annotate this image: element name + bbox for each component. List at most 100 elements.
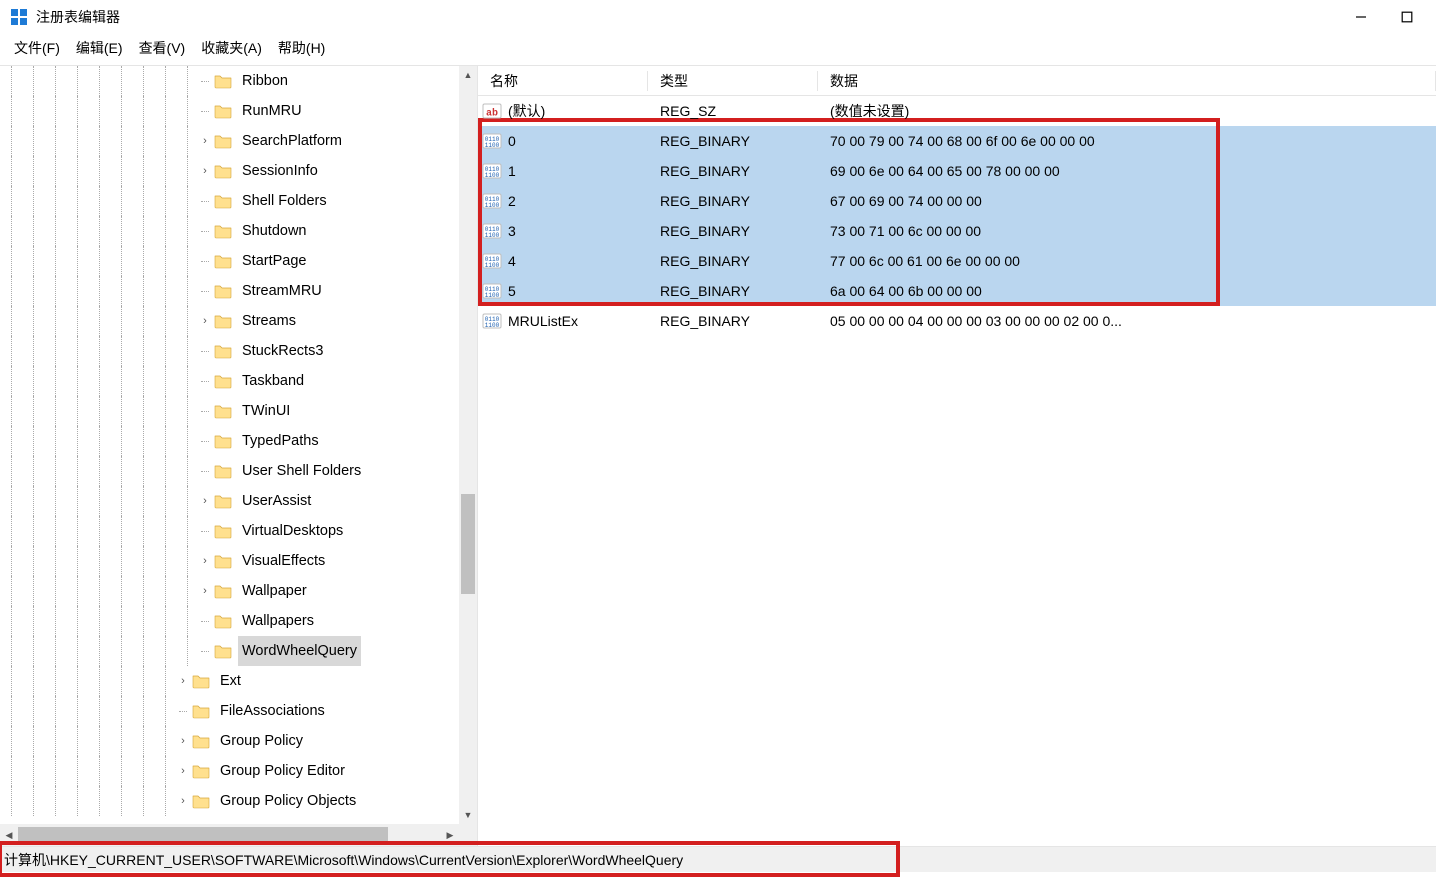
scroll-left-icon[interactable]: ◀ <box>0 824 18 846</box>
folder-icon <box>214 642 232 660</box>
tree-hscrollbar[interactable]: ◀ ▶ <box>0 824 459 846</box>
scroll-thumb[interactable] <box>461 494 475 594</box>
folder-icon <box>214 72 232 90</box>
tree-item-label: StuckRects3 <box>238 336 327 366</box>
value-data: 70 00 79 00 74 00 68 00 6f 00 6e 00 00 0… <box>818 133 1436 149</box>
folder-icon <box>214 432 232 450</box>
value-name: 3 <box>508 223 516 239</box>
tree-item[interactable]: StreamMRU <box>0 276 477 306</box>
tree-item-label: Taskband <box>238 366 308 396</box>
tree-item-label: Ext <box>216 666 245 696</box>
tree-item[interactable]: Ribbon <box>0 66 477 96</box>
chevron-right-icon[interactable]: › <box>198 546 212 576</box>
tree-item[interactable]: ›UserAssist <box>0 486 477 516</box>
chevron-right-icon[interactable]: › <box>198 486 212 516</box>
chevron-right-icon[interactable]: › <box>176 726 190 756</box>
tree-item-label: VirtualDesktops <box>238 516 347 546</box>
chevron-right-icon[interactable]: › <box>198 126 212 156</box>
binary-value-icon: 01101100 <box>482 222 502 240</box>
titlebar-left: 注册表编辑器 <box>10 7 120 27</box>
tree-item[interactable]: ›Wallpaper <box>0 576 477 606</box>
value-row[interactable]: 01101100MRUListExREG_BINARY05 00 00 00 0… <box>478 306 1436 336</box>
scroll-thumb[interactable] <box>18 827 388 843</box>
tree-item[interactable]: ›Group Policy Objects <box>0 786 477 816</box>
scroll-up-icon[interactable]: ▲ <box>459 66 477 84</box>
folder-icon <box>214 102 232 120</box>
minimize-button[interactable] <box>1338 2 1384 32</box>
header-data[interactable]: 数据 <box>818 71 1436 91</box>
menu-edit[interactable]: 编辑(E) <box>76 38 123 58</box>
value-row[interactable]: 011011001REG_BINARY69 00 6e 00 64 00 65 … <box>478 156 1436 186</box>
tree-tick-icon <box>176 711 190 712</box>
header-type[interactable]: 类型 <box>648 71 818 91</box>
value-row[interactable]: 011011002REG_BINARY67 00 69 00 74 00 00 … <box>478 186 1436 216</box>
tree-item[interactable]: Taskband <box>0 366 477 396</box>
tree-item[interactable]: TypedPaths <box>0 426 477 456</box>
tree-tick-icon <box>198 381 212 382</box>
scroll-right-icon[interactable]: ▶ <box>441 824 459 846</box>
tree-item[interactable]: TWinUI <box>0 396 477 426</box>
menubar: 文件(F) 编辑(E) 查看(V) 收藏夹(A) 帮助(H) <box>0 34 1436 65</box>
menu-view[interactable]: 查看(V) <box>139 38 186 58</box>
list-body[interactable]: ab(默认)REG_SZ(数值未设置) 01101100 0 REG_BINARY 70… <box>478 96 1436 336</box>
value-row[interactable]: 011011000REG_BINARY70 00 79 00 74 00 68 … <box>478 126 1436 156</box>
tree-item-label: Shell Folders <box>238 186 331 216</box>
folder-icon <box>214 162 232 180</box>
folder-icon <box>214 552 232 570</box>
folder-icon <box>214 312 232 330</box>
binary-value-icon: 01101100 <box>482 312 502 330</box>
value-data: 69 00 6e 00 64 00 65 00 78 00 00 00 <box>818 163 1436 179</box>
scroll-down-icon[interactable]: ▼ <box>459 806 477 824</box>
tree-item[interactable]: StartPage <box>0 246 477 276</box>
value-name: (默认) <box>508 101 545 121</box>
value-name: 2 <box>508 193 516 209</box>
value-name: 0 <box>508 133 516 149</box>
tree-item[interactable]: › SessionInfo <box>0 156 477 186</box>
tree-item-label: SessionInfo <box>238 156 322 186</box>
tree-item[interactable]: ›Group Policy Editor <box>0 756 477 786</box>
tree-item[interactable]: ›Streams <box>0 306 477 336</box>
value-row[interactable]: 011011004REG_BINARY77 00 6c 00 61 00 6e … <box>478 246 1436 276</box>
value-row[interactable]: ab(默认)REG_SZ(数值未设置) <box>478 96 1436 126</box>
svg-text:1100: 1100 <box>485 292 500 299</box>
value-type: REG_BINARY <box>648 193 818 209</box>
tree-item[interactable]: VirtualDesktops <box>0 516 477 546</box>
value-name: 4 <box>508 253 516 269</box>
tree-item[interactable]: WordWheelQuery <box>0 636 477 666</box>
tree-item[interactable]: User Shell Folders <box>0 456 477 486</box>
svg-text:1100: 1100 <box>485 202 500 209</box>
tree-item[interactable]: ›VisualEffects <box>0 546 477 576</box>
tree-item[interactable]: ›Group Policy <box>0 726 477 756</box>
chevron-right-icon[interactable]: › <box>198 576 212 606</box>
tree-item[interactable]: Shutdown <box>0 216 477 246</box>
value-row[interactable]: 011011005REG_BINARY6a 00 64 00 6b 00 00 … <box>478 276 1436 306</box>
value-name: 1 <box>508 163 516 179</box>
maximize-button[interactable] <box>1384 2 1430 32</box>
value-row[interactable]: 011011003REG_BINARY73 00 71 00 6c 00 00 … <box>478 216 1436 246</box>
chevron-right-icon[interactable]: › <box>198 156 212 186</box>
chevron-right-icon[interactable]: › <box>176 756 190 786</box>
header-name[interactable]: 名称 <box>478 71 648 91</box>
folder-icon <box>214 342 232 360</box>
tree-item[interactable]: StuckRects3 <box>0 336 477 366</box>
menu-file[interactable]: 文件(F) <box>14 38 60 58</box>
menu-help[interactable]: 帮助(H) <box>278 38 325 58</box>
svg-text:1100: 1100 <box>485 142 500 149</box>
chevron-right-icon[interactable]: › <box>176 666 190 696</box>
tree-item[interactable]: › Ext <box>0 666 477 696</box>
tree-item-label: SearchPlatform <box>238 126 346 156</box>
chevron-right-icon[interactable]: › <box>176 786 190 816</box>
tree-vscrollbar[interactable]: ▲ ▼ <box>459 66 477 824</box>
tree-item[interactable]: RunMRU <box>0 96 477 126</box>
folder-icon <box>192 762 210 780</box>
tree-item[interactable]: Wallpapers <box>0 606 477 636</box>
tree-item[interactable]: › SearchPlatform <box>0 126 477 156</box>
binary-value-icon: 01101100 <box>482 132 502 150</box>
tree-item[interactable]: FileAssociations <box>0 696 477 726</box>
address-bar[interactable]: 计算机\HKEY_CURRENT_USER\SOFTWARE\Microsoft… <box>0 846 1436 872</box>
tree-item[interactable]: Shell Folders <box>0 186 477 216</box>
value-data: (数值未设置) <box>818 101 1436 121</box>
chevron-right-icon[interactable]: › <box>198 306 212 336</box>
menu-favorites[interactable]: 收藏夹(A) <box>201 38 262 58</box>
tree[interactable]: RibbonRunMRU›SearchPlatform›SessionInfoS… <box>0 66 477 846</box>
